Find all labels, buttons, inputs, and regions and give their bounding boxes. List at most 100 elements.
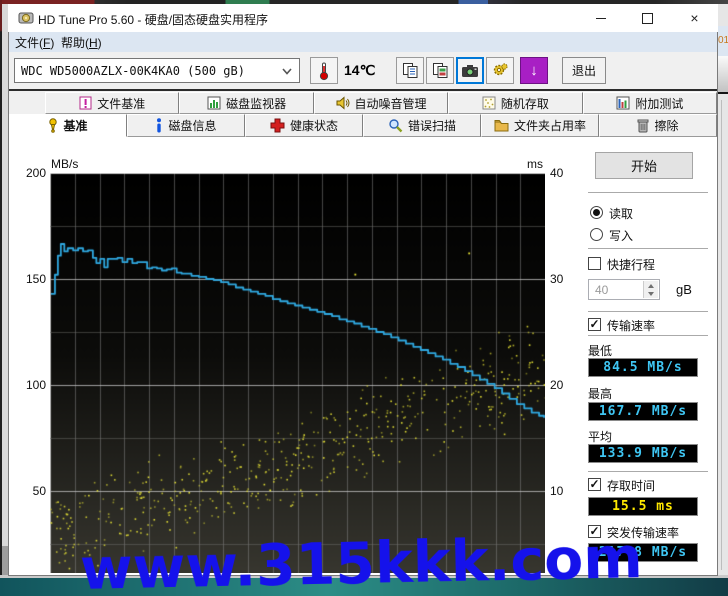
access-time-checkbox[interactable]: ✓ (588, 478, 601, 491)
left-tick-200: 200 (25, 166, 46, 180)
read-radio[interactable] (590, 206, 603, 219)
drive-name: WDC WD5000AZLX-00K4KA0 (500 gB) (21, 63, 245, 78)
maximize-button[interactable] (625, 4, 670, 32)
tab-label: 擦除 (654, 119, 679, 133)
access-time-label: 存取时间 (607, 479, 656, 493)
thermometer-icon (319, 62, 329, 80)
screenshot-stage: 01 HD Tune Pro 5.60 - 硬盘/固态硬盘实用程序 × 文件(F… (0, 0, 728, 596)
drive-selector[interactable]: WDC WD5000AZLX-00K4KA0 (500 gB) (14, 58, 300, 83)
random-access-icon (482, 96, 496, 110)
tab-aam[interactable]: 自动噪音管理 (313, 92, 449, 114)
screenshot-button[interactable] (456, 57, 484, 84)
right-tick-10: 10 (550, 484, 564, 498)
tab-label: 磁盘信息 (168, 119, 217, 133)
menu-help-key: H (89, 36, 98, 50)
background-right-gradient (718, 56, 728, 92)
start-button[interactable]: 开始 (595, 152, 693, 179)
write-radio[interactable] (590, 228, 603, 241)
up-arrow-icon (648, 283, 654, 288)
maximum-label: 最高 (588, 387, 613, 401)
access-time-display: 15.5 ms (588, 497, 698, 516)
close-button[interactable]: × (672, 4, 717, 32)
read-label: 读取 (609, 207, 634, 221)
tab-row-upper: 文件基准 磁盘监视器 自动噪音管理 随机存取 附加测试 (45, 92, 718, 114)
tab-random-access[interactable]: 随机存取 (448, 92, 583, 114)
tab-label: 基准 (63, 119, 88, 133)
capacity-value: 40 (595, 283, 609, 297)
tab-label: 文件夹占用率 (513, 119, 586, 133)
menu-help[interactable]: 帮助(H) (61, 34, 102, 51)
background-right-divider (718, 92, 728, 94)
tab-row-lower: 基准 磁盘信息 健康状态 错误扫描 文件夹占用率 擦除 (9, 114, 717, 137)
copy-button[interactable] (396, 57, 424, 84)
update-button[interactable]: ↓ (520, 57, 548, 84)
tab-disk-monitor[interactable]: 磁盘监视器 (179, 92, 314, 114)
file-benchmark-icon (79, 96, 92, 110)
average-label: 平均 (588, 430, 613, 444)
capacity-spinner[interactable]: 40 (588, 279, 660, 300)
trash-icon (637, 119, 649, 133)
close-icon: × (690, 10, 699, 26)
camera-icon (462, 64, 478, 77)
left-axis-unit: MB/s (51, 157, 79, 171)
gear-icon (493, 63, 508, 76)
minimum-label: 最低 (588, 344, 613, 358)
down-arrow-icon (648, 291, 654, 296)
temperature-value: 14℃ (344, 62, 376, 78)
panel-divider (588, 192, 708, 193)
transfer-rate-checkbox[interactable]: ✓ (588, 318, 601, 331)
minimize-button[interactable] (578, 4, 623, 32)
right-axis-unit: ms (527, 157, 543, 171)
watermark-text: www.315kkk.com (79, 525, 644, 596)
window-title: HD Tune Pro 5.60 - 硬盘/固态硬盘实用程序 (38, 13, 269, 27)
tab-health[interactable]: 健康状态 (245, 114, 363, 137)
menu-bar: 文件(F) 帮助(H) (9, 32, 717, 52)
magnifier-icon (389, 119, 403, 133)
right-tick-40: 40 (550, 166, 564, 180)
exit-button[interactable]: 退出 (562, 57, 606, 84)
options-button[interactable] (486, 57, 514, 84)
minimize-icon (595, 17, 606, 19)
short-stroke-checkbox[interactable] (588, 257, 601, 270)
left-tick-150: 150 (25, 272, 46, 286)
tab-folder-usage[interactable]: 文件夹占用率 (481, 114, 599, 137)
capacity-unit: gB (676, 282, 692, 297)
tab-extra-tests[interactable]: 附加测试 (582, 92, 718, 114)
extra-tests-icon (616, 96, 630, 110)
background-right-text: 01 (718, 26, 728, 56)
menu-file-close: ) (50, 36, 55, 50)
menu-file-text: 文件( (15, 36, 43, 50)
tab-file-benchmark[interactable]: 文件基准 (45, 92, 180, 114)
panel-divider (588, 335, 708, 336)
folder-icon (494, 120, 509, 132)
info-icon (157, 118, 162, 133)
maximum-value-display: 167.7 MB/s (588, 402, 698, 421)
short-stroke-label: 快捷行程 (607, 258, 656, 272)
tab-erase[interactable]: 擦除 (599, 114, 717, 137)
temperature-button[interactable] (310, 57, 338, 84)
background-right-scrollbar (721, 100, 722, 570)
menu-help-text: 帮助( (61, 36, 89, 50)
tab-benchmark[interactable]: 基准 (9, 114, 127, 137)
left-tick-100: 100 (25, 378, 46, 392)
spinner-down-button[interactable] (643, 289, 658, 298)
right-tick-20: 20 (550, 378, 564, 392)
tab-label: 随机存取 (500, 96, 549, 111)
menu-help-close: ) (97, 36, 102, 50)
transfer-rate-label: 传输速率 (607, 319, 656, 333)
tab-error-scan[interactable]: 错误扫描 (363, 114, 481, 137)
write-label: 写入 (609, 229, 634, 243)
average-value-display: 133.9 MB/s (588, 444, 698, 463)
copy-image-icon (432, 63, 447, 78)
menu-file[interactable]: 文件(F) (15, 34, 54, 51)
tab-label: 磁盘监视器 (226, 96, 287, 111)
tab-label: 文件基准 (97, 96, 146, 111)
copy-icon (402, 63, 417, 78)
copy-image-button[interactable] (426, 57, 454, 84)
maximize-icon (642, 12, 653, 24)
tab-disk-info[interactable]: 磁盘信息 (127, 114, 245, 137)
tab-label: 错误扫描 (407, 119, 456, 133)
speaker-icon (336, 96, 349, 110)
panel-divider (588, 311, 708, 312)
panel-divider (588, 471, 708, 472)
